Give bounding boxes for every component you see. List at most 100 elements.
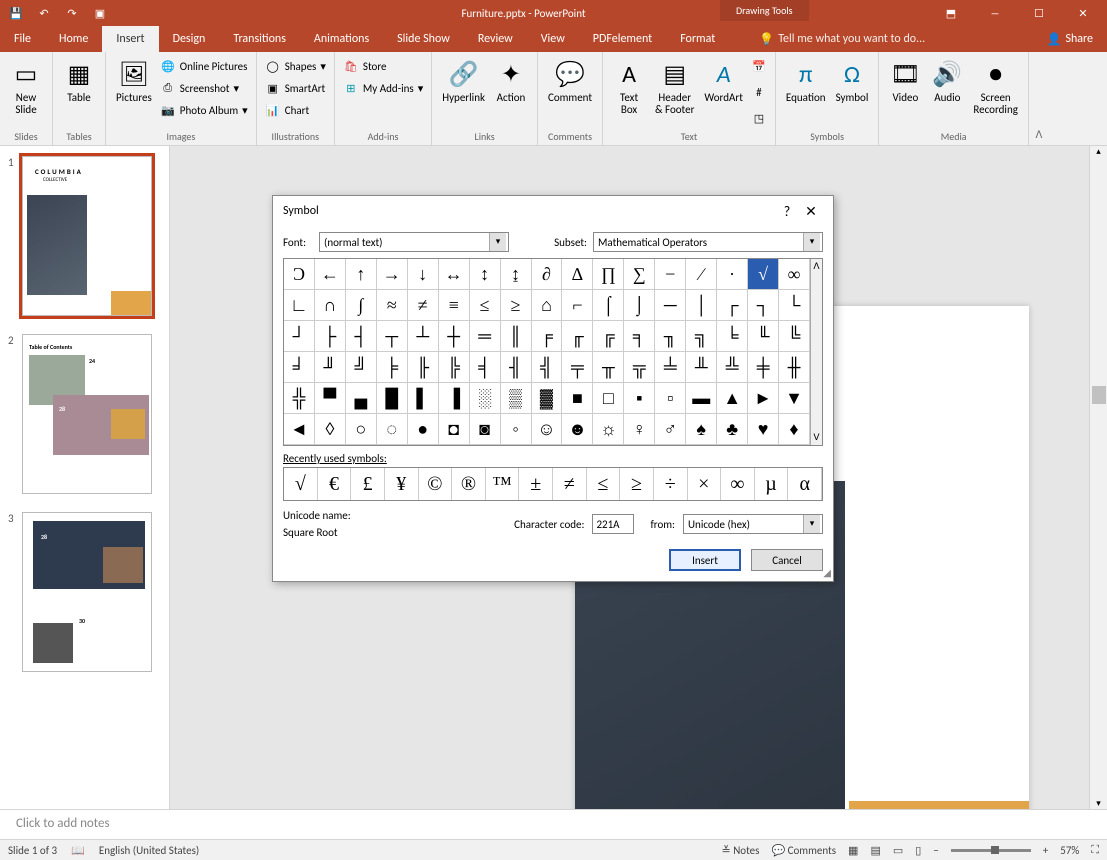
symbol-cell[interactable]: ╓ xyxy=(562,321,593,352)
recent-symbol-cell[interactable]: £ xyxy=(351,468,385,500)
header-footer-button[interactable]: ▤Header & Footer xyxy=(653,56,696,118)
symbol-cell[interactable]: ☻ xyxy=(562,414,593,445)
symbol-cell[interactable]: ╔ xyxy=(593,321,624,352)
audio-button[interactable]: 🔊Audio xyxy=(929,56,965,106)
resize-grip-icon[interactable]: ◢ xyxy=(823,566,831,579)
cancel-button[interactable]: Cancel xyxy=(751,549,823,571)
slide-thumbnail-2[interactable]: Table of Contents 24 28 xyxy=(22,334,152,494)
symbol-cell[interactable]: ╞ xyxy=(377,352,408,383)
symbol-cell[interactable]: ⌂ xyxy=(532,290,563,321)
symbol-cell[interactable]: ↓ xyxy=(408,259,439,290)
symbol-cell[interactable]: − xyxy=(655,259,686,290)
symbol-cell[interactable]: ≠ xyxy=(408,290,439,321)
object-button[interactable]: ◳ xyxy=(751,108,767,128)
zoom-slider[interactable] xyxy=(951,849,1031,852)
symbol-cell[interactable]: ∩ xyxy=(315,290,346,321)
symbol-cell[interactable]: ╝ xyxy=(346,352,377,383)
symbol-cell[interactable]: □ xyxy=(593,383,624,414)
symbol-cell[interactable]: ▒ xyxy=(501,383,532,414)
language-status[interactable]: English (United States) xyxy=(99,844,199,857)
recent-symbol-cell[interactable]: ¥ xyxy=(385,468,419,500)
symbol-cell[interactable]: ∂ xyxy=(532,259,563,290)
symbol-cell[interactable]: ♣ xyxy=(717,414,748,445)
my-addins-button[interactable]: ⊞My Add-ins ▾ xyxy=(343,78,423,98)
symbol-cell[interactable]: ◌ xyxy=(377,414,408,445)
symbol-cell[interactable]: ◙ xyxy=(470,414,501,445)
maximize-icon[interactable]: ☐ xyxy=(1019,3,1059,23)
symbol-cell[interactable]: █ xyxy=(377,383,408,414)
symbol-cell[interactable]: ☺ xyxy=(532,414,563,445)
recent-symbol-cell[interactable]: ≥ xyxy=(620,468,654,500)
table-button[interactable]: ▦Table xyxy=(61,56,97,106)
symbol-cell[interactable]: ╠ xyxy=(439,352,470,383)
screen-recording-button[interactable]: ⏺Screen Recording xyxy=(971,56,1020,118)
symbol-cell[interactable]: ▓ xyxy=(532,383,563,414)
symbol-cell[interactable]: ◘ xyxy=(439,414,470,445)
tab-home[interactable]: Home xyxy=(45,26,102,52)
symbol-cell[interactable]: ∕ xyxy=(686,259,717,290)
zoom-in-icon[interactable]: + xyxy=(1043,844,1048,857)
symbol-cell[interactable]: ♀ xyxy=(624,414,655,445)
tab-format[interactable]: Format xyxy=(666,26,729,52)
notes-toggle[interactable]: ≚ Notes xyxy=(721,844,759,857)
symbol-cell[interactable]: ∙ xyxy=(717,259,748,290)
symbol-cell[interactable]: ╙ xyxy=(748,321,779,352)
symbol-cell[interactable]: ← xyxy=(315,259,346,290)
symbol-cell[interactable]: ╚ xyxy=(779,321,810,352)
symbol-cell[interactable]: ⌠ xyxy=(593,290,624,321)
symbol-cell[interactable]: ♂ xyxy=(655,414,686,445)
symbol-cell[interactable]: ♥ xyxy=(748,414,779,445)
symbol-cell[interactable]: ║ xyxy=(501,321,532,352)
symbol-cell[interactable]: │ xyxy=(686,290,717,321)
start-from-beginning-icon[interactable]: ▣ xyxy=(92,5,108,21)
symbol-cell[interactable]: ◊ xyxy=(315,414,346,445)
tab-file[interactable]: File xyxy=(0,26,45,52)
symbol-cell[interactable]: ┴ xyxy=(408,321,439,352)
zoom-level[interactable]: 57% xyxy=(1060,844,1079,857)
recent-symbol-cell[interactable]: ± xyxy=(519,468,553,500)
symbol-cell[interactable]: ◦ xyxy=(501,414,532,445)
text-box-button[interactable]: AText Box xyxy=(611,56,647,118)
symbol-cell[interactable]: ≈ xyxy=(377,290,408,321)
recent-symbol-cell[interactable]: α xyxy=(788,468,822,500)
tab-transitions[interactable]: Transitions xyxy=(219,26,300,52)
symbol-cell[interactable]: ■ xyxy=(562,383,593,414)
from-combo[interactable]: Unicode (hex) xyxy=(683,514,823,534)
symbol-cell[interactable]: ▪ xyxy=(624,383,655,414)
equation-button[interactable]: πEquation xyxy=(784,56,828,106)
zoom-out-icon[interactable]: − xyxy=(933,844,938,857)
symbol-cell[interactable]: ◄ xyxy=(284,414,315,445)
smartart-button[interactable]: ▣SmartArt xyxy=(265,78,326,98)
share-button[interactable]: 👤Share xyxy=(1032,26,1107,52)
symbol-cell[interactable]: ╧ xyxy=(655,352,686,383)
recent-symbol-cell[interactable]: ™ xyxy=(486,468,520,500)
symbol-cell[interactable]: ┤ xyxy=(346,321,377,352)
ribbon-display-icon[interactable]: ⬒ xyxy=(931,3,971,23)
symbol-cell[interactable]: ╤ xyxy=(562,352,593,383)
symbol-cell[interactable]: ├ xyxy=(315,321,346,352)
symbol-cell[interactable]: ╢ xyxy=(501,352,532,383)
recent-symbol-cell[interactable]: € xyxy=(318,468,352,500)
save-icon[interactable]: 💾 xyxy=(8,5,24,21)
tab-animations[interactable]: Animations xyxy=(300,26,383,52)
recent-symbol-cell[interactable]: ≤ xyxy=(587,468,621,500)
symbol-cell[interactable]: ↑ xyxy=(346,259,377,290)
symbol-cell[interactable]: ∫ xyxy=(346,290,377,321)
symbol-cell[interactable]: ┬ xyxy=(377,321,408,352)
recent-symbol-cell[interactable]: © xyxy=(419,468,453,500)
symbol-cell[interactable]: ╩ xyxy=(717,352,748,383)
symbol-cell[interactable]: ▲ xyxy=(717,383,748,414)
tab-pdfelement[interactable]: PDFelement xyxy=(579,26,666,52)
symbol-cell[interactable]: ╖ xyxy=(655,321,686,352)
slide-thumbnail-1[interactable]: COLUMBIA COLLECTIVE xyxy=(22,156,152,316)
symbol-cell[interactable]: ╕ xyxy=(624,321,655,352)
symbol-cell[interactable]: ⌡ xyxy=(624,290,655,321)
notes-pane[interactable]: Click to add notes xyxy=(0,809,1107,839)
symbol-cell[interactable]: ─ xyxy=(655,290,686,321)
subset-combo[interactable]: Mathematical Operators xyxy=(593,232,823,252)
symbol-cell[interactable]: ☼ xyxy=(593,414,624,445)
symbol-cell[interactable]: ∞ xyxy=(779,259,810,290)
symbol-cell[interactable]: ♠ xyxy=(686,414,717,445)
character-code-input[interactable] xyxy=(592,514,634,534)
vertical-scrollbar[interactable]: ▴ ▾ xyxy=(1089,146,1107,809)
